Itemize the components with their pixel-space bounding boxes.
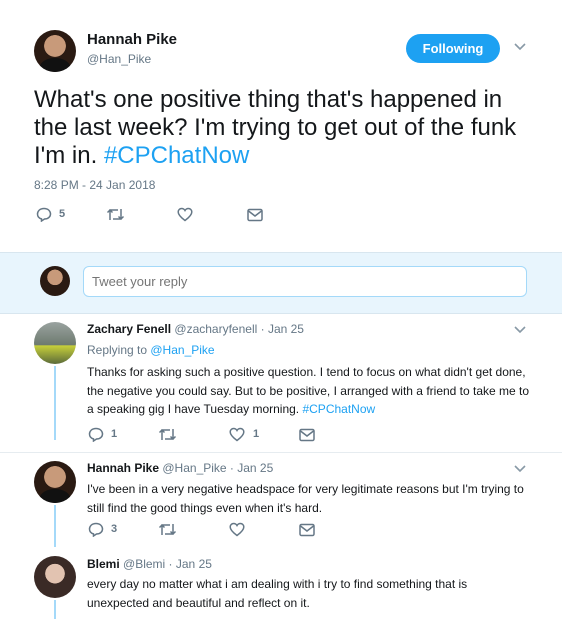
avatar-shirt — [40, 58, 70, 72]
reply-author-meta[interactable]: @zacharyfenell · Jan 25 — [174, 322, 304, 336]
replying-to-line: Replying to @Han_Pike — [87, 343, 215, 357]
reply-count: 3 — [111, 523, 118, 535]
reply-header: Zachary Fenell @zacharyfenell · Jan 25 — [87, 322, 304, 336]
hashtag-link[interactable]: #CPChatNow — [104, 142, 249, 169]
reply-text: every day no matter what i am dealing wi… — [87, 577, 468, 610]
reply-icon[interactable] — [36, 207, 52, 222]
reply-text: I've been in a very negative headspace f… — [87, 482, 524, 515]
like-icon[interactable] — [229, 522, 245, 537]
hashtag-link[interactable]: #CPChatNow — [302, 402, 375, 416]
avatar-shirt — [40, 489, 70, 503]
following-button[interactable]: Following — [406, 34, 500, 63]
reply-author-meta[interactable]: @Blemi · Jan 25 — [123, 557, 212, 571]
retweet-icon[interactable] — [106, 207, 125, 222]
message-icon[interactable] — [247, 208, 263, 222]
retweet-icon[interactable] — [158, 522, 177, 537]
thread-line — [54, 505, 56, 547]
chevron-down-icon[interactable] — [514, 465, 526, 473]
like-icon[interactable] — [229, 427, 245, 442]
main-tweet-text: What's one positive thing that's happene… — [34, 86, 534, 170]
message-icon[interactable] — [299, 428, 315, 442]
like-icon[interactable] — [177, 207, 193, 222]
retweet-icon[interactable] — [158, 427, 177, 442]
divider — [0, 452, 562, 453]
chevron-down-icon[interactable] — [514, 43, 526, 51]
thread-line — [54, 366, 56, 440]
current-user-avatar — [40, 266, 70, 296]
reply-author-avatar[interactable] — [34, 322, 76, 364]
like-count: 1 — [253, 428, 260, 440]
message-icon[interactable] — [299, 523, 315, 537]
main-author-handle[interactable]: @Han_Pike — [87, 52, 151, 66]
main-author-avatar[interactable] — [34, 30, 76, 72]
reply-author-name[interactable]: Hannah Pike — [87, 461, 159, 475]
reply-icon[interactable] — [88, 522, 104, 537]
reply-icon[interactable] — [88, 427, 104, 442]
replying-to-handle[interactable]: @Han_Pike — [150, 343, 214, 357]
thread-line — [54, 600, 56, 619]
main-author-name[interactable]: Hannah Pike — [87, 31, 177, 48]
reply-count: 5 — [59, 208, 66, 220]
reply-header: Hannah Pike @Han_Pike · Jan 25 — [87, 461, 273, 475]
reply-author-avatar[interactable] — [34, 556, 76, 598]
chevron-down-icon[interactable] — [514, 326, 526, 334]
reply-count: 1 — [111, 428, 118, 440]
main-tweet-timestamp[interactable]: 8:28 PM - 24 Jan 2018 — [34, 178, 155, 192]
reply-header: Blemi @Blemi · Jan 25 — [87, 557, 212, 571]
reply-author-name[interactable]: Blemi — [87, 557, 120, 571]
replying-to-label: Replying to — [87, 343, 151, 357]
reply-author-meta[interactable]: @Han_Pike · Jan 25 — [162, 461, 273, 475]
reply-author-avatar[interactable] — [34, 461, 76, 503]
reply-text: Thanks for asking such a positive questi… — [87, 363, 531, 419]
reply-author-name[interactable]: Zachary Fenell — [87, 322, 171, 336]
reply-input[interactable] — [83, 266, 527, 297]
